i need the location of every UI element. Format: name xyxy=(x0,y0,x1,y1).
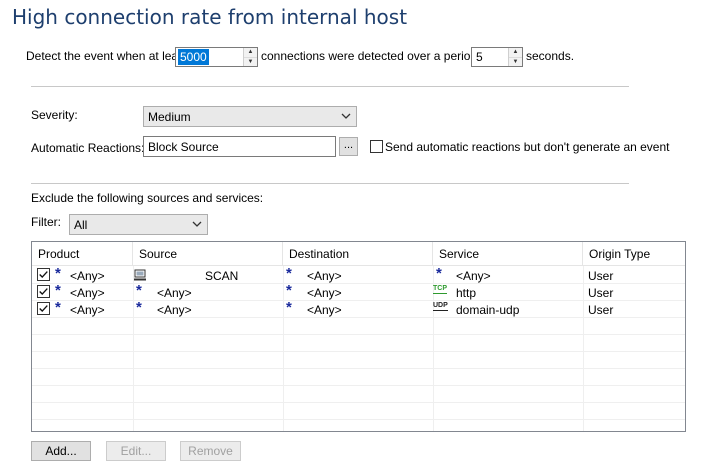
detect-suffix-label: seconds. xyxy=(526,49,575,63)
row-divider xyxy=(32,368,685,369)
column-header-service[interactable]: Service xyxy=(433,242,583,266)
severity-value: Medium xyxy=(148,110,191,124)
severity-label: Severity: xyxy=(31,108,78,122)
increment-arrow-icon[interactable]: ▲ xyxy=(244,48,257,57)
destination-cell: <Any> xyxy=(307,303,342,317)
product-cell: <Any> xyxy=(70,286,105,300)
remove-button[interactable]: Remove xyxy=(180,441,241,461)
source-cell: SCAN xyxy=(205,269,239,283)
detect-middle-label: connections were detected over a period … xyxy=(261,49,491,63)
automatic-reactions-field[interactable]: Block Source xyxy=(143,136,336,157)
table-header: Product Source Destination Service Origi… xyxy=(32,242,685,266)
edit-button[interactable]: Edit... xyxy=(106,441,166,461)
source-cell: <Any> xyxy=(157,286,192,300)
any-star-icon: * xyxy=(136,282,142,299)
row-checkbox[interactable] xyxy=(37,285,50,298)
any-star-icon: * xyxy=(55,265,61,282)
any-star-icon: * xyxy=(55,282,61,299)
page-title: High connection rate from internal host xyxy=(12,5,408,29)
no-event-checkbox[interactable] xyxy=(370,140,383,153)
divider xyxy=(31,86,629,87)
exclude-heading: Exclude the following sources and servic… xyxy=(31,191,264,205)
table-row[interactable]: * <Any> * <Any> * <Any> TCP http User xyxy=(32,282,685,301)
detect-prefix-label: Detect the event when at least xyxy=(26,49,188,63)
automatic-reactions-value: Block Source xyxy=(148,140,219,154)
any-star-icon: * xyxy=(286,265,292,282)
browse-reactions-button[interactable]: ... xyxy=(339,137,358,156)
period-seconds-value[interactable]: 5 xyxy=(474,49,485,65)
row-divider xyxy=(32,419,685,420)
destination-cell: <Any> xyxy=(307,286,342,300)
product-cell: <Any> xyxy=(70,303,105,317)
increment-arrow-icon[interactable]: ▲ xyxy=(509,48,522,57)
decrement-arrow-icon[interactable]: ▼ xyxy=(509,57,522,66)
severity-select[interactable]: Medium xyxy=(143,106,357,127)
column-header-origin-type[interactable]: Origin Type xyxy=(583,242,685,266)
udp-icon: UDP xyxy=(433,302,448,311)
exclusions-table[interactable]: Product Source Destination Service Origi… xyxy=(31,241,686,432)
row-checkbox[interactable] xyxy=(37,302,50,315)
table-row[interactable]: * <Any> SCAN * <Any> * <Any> User xyxy=(32,265,685,284)
chevron-down-icon xyxy=(192,221,202,227)
row-divider xyxy=(32,334,685,335)
tcp-icon: TCP xyxy=(433,285,447,294)
any-star-icon: * xyxy=(286,282,292,299)
origin-type-cell: User xyxy=(588,269,614,283)
column-header-destination[interactable]: Destination xyxy=(283,242,433,266)
filter-label: Filter: xyxy=(31,215,61,229)
chevron-down-icon xyxy=(341,113,351,119)
service-cell: domain-udp xyxy=(456,303,520,317)
service-cell: <Any> xyxy=(456,269,491,283)
row-divider xyxy=(32,351,685,352)
row-divider xyxy=(32,402,685,403)
any-star-icon: * xyxy=(136,299,142,316)
source-cell: <Any> xyxy=(157,303,192,317)
row-checkbox[interactable] xyxy=(37,268,50,281)
service-cell: http xyxy=(456,286,477,300)
column-header-source[interactable]: Source xyxy=(133,242,283,266)
filter-value: All xyxy=(74,218,88,232)
origin-type-cell: User xyxy=(588,303,614,317)
period-seconds-stepper[interactable]: 5 ▲ ▼ xyxy=(471,47,523,67)
connections-count-value[interactable]: 5000 xyxy=(178,49,209,65)
destination-cell: <Any> xyxy=(307,269,342,283)
no-event-checkbox-label[interactable]: Send automatic reactions but don't gener… xyxy=(385,139,669,155)
any-star-icon: * xyxy=(436,265,442,282)
divider xyxy=(31,183,629,184)
row-divider xyxy=(32,385,685,386)
any-star-icon: * xyxy=(55,299,61,316)
column-header-product[interactable]: Product xyxy=(32,242,133,266)
decrement-arrow-icon[interactable]: ▼ xyxy=(244,57,257,66)
automatic-reactions-label: Automatic Reactions: xyxy=(31,141,145,155)
computer-icon xyxy=(134,269,146,281)
any-star-icon: * xyxy=(286,299,292,316)
connections-count-stepper[interactable]: 5000 ▲ ▼ xyxy=(175,47,258,67)
filter-select[interactable]: All xyxy=(69,214,208,235)
table-row[interactable]: * <Any> * <Any> * <Any> UDP domain-udp U… xyxy=(32,299,685,318)
origin-type-cell: User xyxy=(588,286,614,300)
product-cell: <Any> xyxy=(70,269,105,283)
add-button[interactable]: Add... xyxy=(31,441,91,461)
